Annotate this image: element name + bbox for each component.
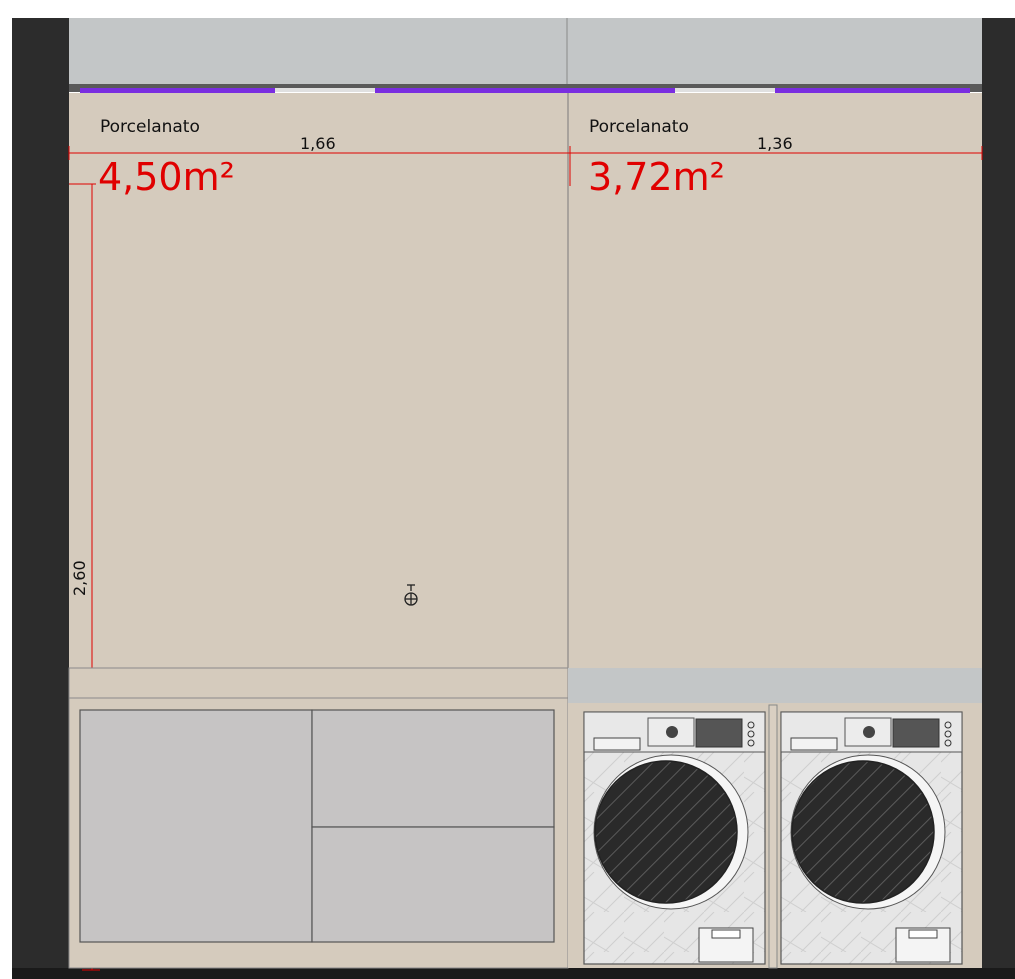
upper-wall bbox=[69, 18, 982, 84]
cabinet-door-left bbox=[79, 709, 313, 943]
material-label-right: Porcelanato bbox=[589, 117, 689, 137]
cabinet-drawer-top bbox=[311, 709, 555, 828]
window-strip-center bbox=[375, 88, 675, 93]
width-dimension-left: 1,66 bbox=[300, 134, 336, 153]
floor-line bbox=[12, 968, 1015, 979]
window-handle-right bbox=[675, 88, 775, 92]
elevation-drawing bbox=[12, 18, 1015, 979]
right-wall-section bbox=[982, 18, 1015, 979]
cabinet-drawer-bottom bbox=[311, 826, 555, 943]
window-handle-left bbox=[275, 88, 375, 92]
area-label-left: 4,50m² bbox=[98, 155, 235, 199]
countertop bbox=[68, 667, 569, 699]
washing-machine-icon bbox=[583, 711, 766, 965]
area-label-right: 3,72m² bbox=[588, 155, 725, 199]
dryer-icon bbox=[780, 711, 963, 965]
appliance-divider bbox=[768, 704, 778, 969]
left-wall-section bbox=[12, 18, 69, 979]
width-dimension-right: 1,36 bbox=[757, 134, 793, 153]
height-dimension: 2,60 bbox=[70, 560, 89, 596]
window-strip-right bbox=[775, 88, 970, 93]
window-strip-left bbox=[80, 88, 275, 93]
appliance-niche-wall bbox=[568, 668, 982, 703]
material-label-left: Porcelanato bbox=[100, 117, 200, 137]
